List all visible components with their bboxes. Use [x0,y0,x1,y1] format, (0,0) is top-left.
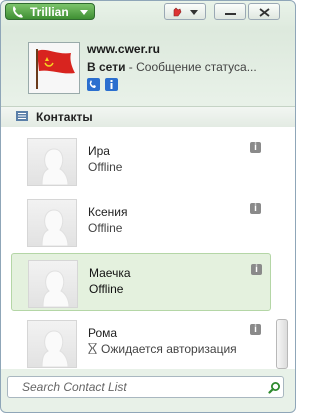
info-icon[interactable]: i [250,203,261,214]
contact-name: Ира [88,144,110,158]
contact-avatar [27,138,77,186]
default-avatar-icon [41,209,69,246]
contact-row-selected[interactable]: Маечка Offline i [11,253,271,311]
search-box[interactable] [7,376,284,398]
contact-row[interactable]: Рома Ожидается авторизация i [11,314,271,369]
contact-status: Ожидается авторизация [101,342,237,356]
contact-row[interactable]: Ира Offline i [11,132,271,190]
contact-status: Offline [89,282,124,296]
phone-icon [13,6,23,18]
close-icon [259,8,270,17]
contact-name: Маечка [89,266,131,280]
default-avatar-icon [41,330,69,367]
contact-status: Offline [88,160,123,174]
hand-icon [173,7,198,17]
chevron-down-icon [80,10,88,15]
contact-status-pending: Ожидается авторизация [88,342,237,356]
close-button[interactable] [248,3,280,20]
profile-site[interactable]: www.cwer.ru [87,42,160,56]
trillian-window: Trillian www.cwer.ru В сети - Сообщение … [0,0,296,413]
contact-list: Ира Offline i Ксения Offline i Маечка Of… [1,127,295,369]
search-bar [1,371,295,412]
contact-row[interactable]: Ксения Offline i [11,193,271,251]
contact-status: Offline [88,221,123,235]
profile-status-line[interactable]: В сети - Сообщение статуса... [87,60,257,74]
status-text: В сети [87,60,126,74]
contacts-group-header[interactable]: Контакты [1,106,295,127]
hourglass-icon [88,343,97,354]
scrollbar-thumb[interactable] [276,319,288,369]
trillian-menu-button[interactable]: Trillian [5,3,95,20]
contacts-group-label: Контакты [36,110,93,124]
contact-avatar [27,199,77,247]
contact-list-scrollbar[interactable] [276,319,288,369]
minimize-button[interactable] [214,3,246,20]
contact-avatar [27,320,77,368]
contact-name: Ксения [88,205,128,219]
search-input[interactable] [22,379,262,395]
info-icon[interactable]: i [250,142,261,153]
status-message: - Сообщение статуса... [125,60,257,74]
minimize-icon [225,13,236,15]
red-flag-avatar-icon [29,43,79,93]
default-avatar-icon [42,270,70,307]
link-icon[interactable] [87,78,100,91]
contact-avatar [28,260,78,308]
title-bar: Trillian [1,1,295,25]
magnifier-icon[interactable] [268,381,281,394]
contact-name: Рома [88,326,118,340]
profile-panel: www.cwer.ru В сети - Сообщение статуса..… [1,31,295,103]
list-icon [16,111,28,121]
default-avatar-icon [41,148,69,185]
app-title: Trillian [30,5,69,19]
info-icon[interactable]: i [250,324,261,335]
info-icon[interactable]: i [251,264,262,275]
profile-avatar[interactable] [28,42,80,94]
window-menu-button[interactable] [164,3,206,20]
info-icon[interactable] [105,78,118,91]
